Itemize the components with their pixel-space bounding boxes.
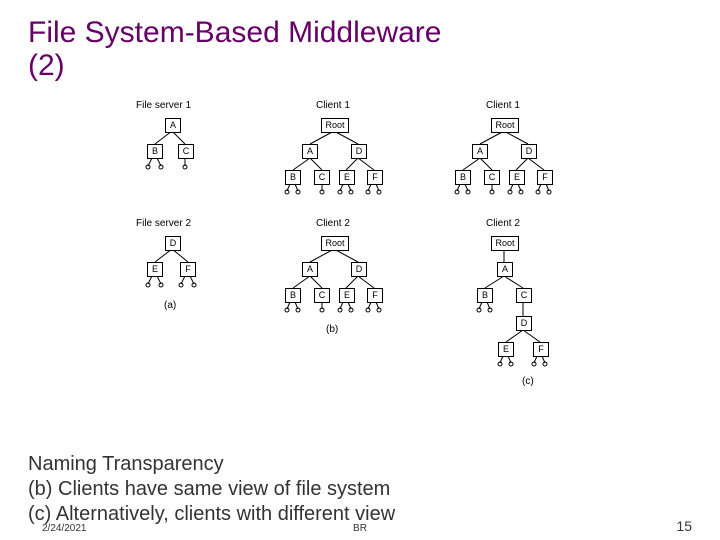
node-c1b-C: C — [484, 170, 500, 185]
node-c1a-root: Root — [321, 118, 349, 133]
node-c2a-E: E — [339, 288, 355, 303]
tree-c2b-lines — [430, 228, 590, 408]
page-title: File System-Based Middleware (2) — [0, 0, 720, 82]
node-c2a-A: A — [302, 262, 318, 277]
node-fs2-E: E — [147, 262, 163, 277]
node-fs1-C: C — [178, 144, 194, 159]
node-c2a-D: D — [351, 262, 367, 277]
node-c1a-E: E — [339, 170, 355, 185]
node-c1b-E: E — [509, 170, 525, 185]
caption-l2: (b) Clients have same view of file syste… — [28, 478, 390, 500]
node-c1a-A: A — [302, 144, 318, 159]
node-c1b-F: F — [537, 170, 553, 185]
node-c1b-root: Root — [491, 118, 519, 133]
node-c2b-B: B — [477, 288, 493, 303]
node-c2b-D: D — [516, 316, 532, 331]
node-c2a-root: Root — [321, 236, 349, 251]
node-c2b-root: Root — [491, 236, 519, 251]
title-line2: (2) — [28, 49, 65, 82]
node-c2a-F: F — [367, 288, 383, 303]
node-c1b-A: A — [472, 144, 488, 159]
node-fs1-B: B — [147, 144, 163, 159]
node-c1a-B: B — [285, 170, 301, 185]
node-c2b-C: C — [516, 288, 532, 303]
node-c2b-F: F — [533, 342, 549, 357]
title-line1: File System-Based Middleware — [28, 16, 441, 49]
sublabel-c: (c) — [522, 376, 534, 387]
node-c1a-D: D — [351, 144, 367, 159]
node-fs2-F: F — [180, 262, 196, 277]
node-fs1-A: A — [165, 118, 181, 133]
node-c2b-E: E — [498, 342, 514, 357]
node-c1a-F: F — [367, 170, 383, 185]
caption: Naming Transparency (b) Clients have sam… — [28, 452, 395, 527]
sublabel-a: (a) — [164, 300, 176, 311]
node-c1b-D: D — [521, 144, 537, 159]
caption-l1: Naming Transparency — [28, 453, 224, 475]
node-fs2-D: D — [165, 236, 181, 251]
footer-page: 15 — [676, 518, 692, 534]
caption-l3: (c) Alternatively, clients with differen… — [28, 503, 395, 525]
diagram-area: File server 1 A B C Client 1 Root A D B … — [130, 100, 590, 440]
node-c2a-C: C — [314, 288, 330, 303]
node-c1b-B: B — [455, 170, 471, 185]
footer-center: BR — [0, 523, 720, 534]
node-c1a-C: C — [314, 170, 330, 185]
node-c2a-B: B — [285, 288, 301, 303]
sublabel-b: (b) — [326, 324, 338, 335]
node-c2b-A: A — [497, 262, 513, 277]
